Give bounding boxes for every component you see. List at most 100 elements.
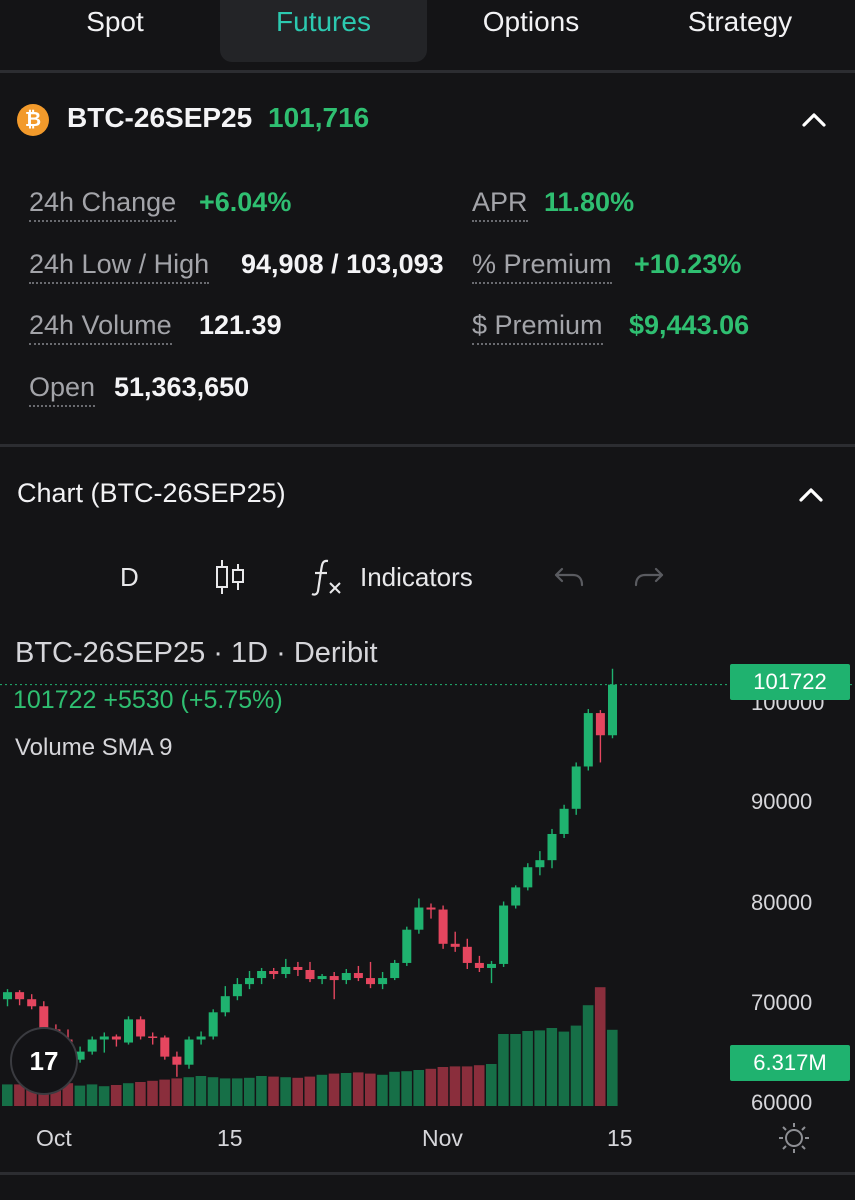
volume-bar: [401, 1071, 412, 1106]
chart-settings-sun-icon[interactable]: [777, 1121, 811, 1155]
volume-bar: [522, 1031, 533, 1106]
candles-chart-type-icon[interactable]: [213, 558, 247, 596]
stat-24h-volume-value: 121.39: [199, 310, 282, 340]
volume-bar: [328, 1073, 340, 1106]
volume-bar: [582, 1005, 594, 1106]
indicators-button[interactable]: Indicators: [360, 562, 473, 593]
tradingview-logo[interactable]: 17: [10, 1027, 78, 1095]
stat-apr-value: 11.80%: [544, 187, 635, 217]
tab-spot[interactable]: Spot: [30, 0, 200, 62]
x-tick: Oct: [36, 1125, 72, 1151]
stat-usd-premium-label[interactable]: $ Premium: [472, 310, 603, 345]
volume-bar: [231, 1078, 243, 1106]
volume-bar: [256, 1076, 267, 1106]
candle-body: [124, 1019, 133, 1043]
candle-body: [378, 978, 388, 985]
volume-bar: [534, 1030, 545, 1106]
candle-body: [329, 976, 339, 981]
candle-body: [196, 1036, 206, 1040]
volume-bar: [280, 1077, 291, 1106]
candle-body: [511, 887, 521, 906]
tab-strategy[interactable]: Strategy: [640, 0, 840, 62]
candle-body: [232, 984, 242, 997]
volume-bar: [98, 1086, 110, 1106]
volume-bar: [510, 1034, 521, 1106]
chart-legend-volume[interactable]: Volume SMA 9: [15, 734, 172, 762]
redo-icon[interactable]: [633, 563, 665, 591]
candle-body: [172, 1056, 182, 1065]
stat-apr-label[interactable]: APR: [472, 187, 528, 222]
candle-body: [111, 1036, 121, 1040]
candle-body: [462, 946, 472, 963]
stat-24h-lowhigh-label[interactable]: 24h Low / High: [29, 249, 210, 284]
chart-legend-title: BTC-26SEP25 · 1D · Deribit: [15, 637, 378, 669]
candle-body: [353, 973, 363, 979]
stat-usd-premium-value: $9,443.06: [629, 310, 750, 340]
stat-24h-lowhigh-value: 94,908 / 103,093: [241, 249, 444, 279]
x-tick: 15: [607, 1125, 633, 1151]
y-tick: 90000: [751, 789, 813, 814]
candle-body: [87, 1039, 97, 1052]
candle-body: [136, 1019, 146, 1037]
stat-24h-change-value: +6.04%: [199, 187, 292, 217]
bitcoin-icon: ₿: [17, 104, 49, 136]
candle-body: [257, 971, 267, 979]
volume-bar: [171, 1078, 182, 1106]
stat-pct-premium-label[interactable]: % Premium: [472, 249, 612, 284]
tab-options[interactable]: Options: [445, 0, 617, 62]
stat-open-label[interactable]: Open: [29, 372, 96, 407]
volume-bar: [304, 1076, 316, 1106]
y-tick: 60000: [751, 1090, 813, 1115]
volume-bar: [135, 1082, 146, 1106]
instrument-name[interactable]: BTC-26SEP25: [67, 102, 252, 134]
candles: [3, 668, 617, 1077]
candle-body: [341, 973, 351, 981]
candle-body: [571, 766, 581, 809]
candle-body: [160, 1037, 170, 1057]
volume-bar: [437, 1067, 449, 1106]
instrument-price: 101,716: [268, 102, 370, 133]
candle-body: [305, 969, 315, 980]
candle-body: [402, 929, 412, 963]
last-price-tag: 101722: [730, 664, 850, 700]
candle-body: [208, 1012, 218, 1037]
candle-body: [245, 978, 254, 985]
candle-body: [438, 909, 448, 944]
volume-bar: [268, 1076, 279, 1106]
candle-body: [595, 713, 605, 736]
chart-collapse-chevron-up-icon[interactable]: [796, 480, 826, 510]
undo-icon[interactable]: [553, 563, 585, 591]
candle-body: [487, 963, 496, 968]
candle-body: [390, 962, 400, 979]
tabs-divider: [0, 70, 855, 73]
candle-body: [293, 966, 303, 970]
interval-button[interactable]: D: [120, 562, 139, 593]
volume-bar: [413, 1070, 424, 1106]
volume-bar: [292, 1077, 303, 1106]
collapse-chevron-up-icon[interactable]: [799, 105, 829, 135]
volume-bar: [86, 1084, 98, 1106]
volume-bar: [123, 1083, 134, 1106]
candle-body: [535, 860, 545, 868]
volume-bar: [244, 1077, 255, 1106]
y-tick: 80000: [751, 890, 813, 915]
candle-body: [523, 867, 533, 888]
candle-body: [184, 1039, 194, 1065]
candle-body: [583, 713, 593, 767]
volume-bar: [377, 1074, 388, 1106]
candle-body: [414, 907, 424, 930]
tab-futures[interactable]: Futures: [220, 0, 427, 62]
x-tick: 15: [217, 1125, 243, 1151]
section-divider: [0, 444, 855, 447]
candle-body: [426, 907, 436, 910]
indicators-fx-icon[interactable]: [310, 557, 344, 597]
stat-pct-premium-value: +10.23%: [634, 249, 742, 279]
candle-body: [499, 905, 509, 964]
candle-body: [559, 808, 569, 834]
stat-24h-volume-label[interactable]: 24h Volume: [29, 310, 172, 345]
volume-bar: [110, 1085, 122, 1106]
volume-bar: [607, 1029, 618, 1106]
candle-body: [27, 999, 37, 1007]
volume-bar: [425, 1068, 437, 1106]
stat-24h-change-label[interactable]: 24h Change: [29, 187, 177, 222]
